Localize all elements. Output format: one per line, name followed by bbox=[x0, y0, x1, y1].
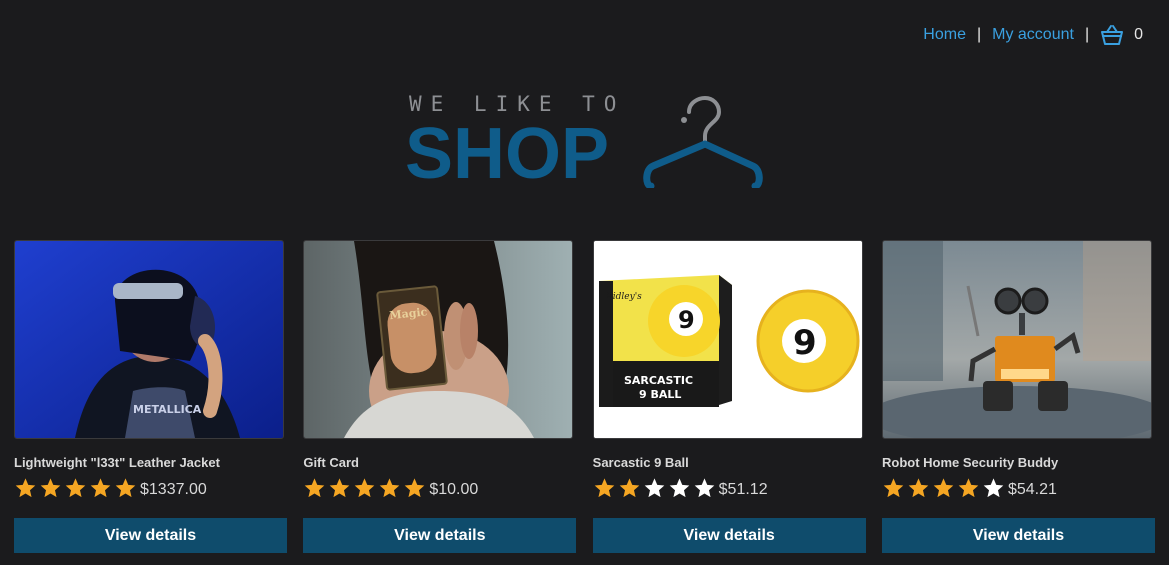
cart-link[interactable]: 0 bbox=[1100, 24, 1143, 46]
svg-text:9: 9 bbox=[793, 323, 817, 363]
view-details-button[interactable]: View details bbox=[14, 518, 287, 553]
basket-icon bbox=[1101, 25, 1124, 45]
site-logo[interactable]: WE LIKE TO SHOP bbox=[405, 90, 765, 190]
view-details-button[interactable]: View details bbox=[881, 518, 1155, 553]
svg-text:9: 9 bbox=[678, 306, 695, 334]
star-filled-icon bbox=[405, 478, 425, 498]
star-empty-icon bbox=[983, 478, 1004, 498]
product-rating: $54.21 bbox=[882, 476, 1155, 500]
star-filled-icon bbox=[883, 478, 904, 498]
product-rating: $10.00 bbox=[303, 476, 576, 500]
view-details-button[interactable]: View details bbox=[592, 518, 866, 553]
star-filled-icon bbox=[958, 478, 979, 498]
product-price: $51.12 bbox=[718, 480, 768, 498]
nav-separator: | bbox=[976, 26, 982, 43]
product-image-gift-card[interactable]: Magic bbox=[303, 240, 574, 439]
nav-separator: | bbox=[1084, 26, 1090, 43]
star-empty-icon bbox=[669, 478, 689, 498]
star-filled-icon bbox=[594, 478, 614, 498]
product-price: $10.00 bbox=[429, 480, 479, 498]
hanger-icon bbox=[643, 96, 763, 188]
logo-wordmark: SHOP bbox=[405, 114, 610, 194]
star-rating bbox=[14, 477, 139, 499]
svg-text:METALLICA: METALLICA bbox=[133, 403, 202, 416]
star-filled-icon bbox=[305, 478, 325, 498]
product-name: Sarcastic 9 Ball bbox=[592, 455, 689, 470]
star-filled-icon bbox=[908, 478, 929, 498]
svg-text:Ridley's: Ridley's bbox=[605, 292, 642, 302]
star-filled-icon bbox=[15, 478, 36, 498]
product-price: $54.21 bbox=[1007, 480, 1057, 498]
star-rating bbox=[593, 477, 718, 499]
star-rating bbox=[303, 477, 428, 499]
star-rating bbox=[882, 477, 1007, 499]
star-filled-icon bbox=[619, 478, 639, 498]
star-filled-icon bbox=[65, 478, 86, 498]
cart-count: 0 bbox=[1134, 26, 1143, 43]
star-filled-icon bbox=[330, 478, 350, 498]
product-image-9-ball[interactable]: 9 SARCASTIC 9 BALL Ridley's 9 bbox=[592, 240, 863, 439]
product-card: METALLICA Lightweight "l33t" Leather Jac… bbox=[14, 240, 287, 553]
product-grid: METALLICA Lightweight "l33t" Leather Jac… bbox=[14, 240, 1155, 553]
product-card: Magic Gift Card $10.00 View details bbox=[303, 240, 577, 553]
my-account-link[interactable]: My account bbox=[992, 26, 1074, 44]
svg-text:9 BALL: 9 BALL bbox=[639, 388, 681, 401]
product-card: Robot Home Security Buddy $54.21 View de… bbox=[881, 240, 1155, 553]
star-filled-icon bbox=[90, 478, 111, 498]
product-image-robot[interactable] bbox=[881, 240, 1152, 439]
product-rating: $1337.00 bbox=[14, 476, 287, 500]
star-filled-icon bbox=[355, 478, 375, 498]
product-name: Lightweight "l33t" Leather Jacket bbox=[14, 455, 220, 470]
home-link[interactable]: Home bbox=[923, 26, 966, 44]
star-filled-icon bbox=[380, 478, 400, 498]
top-navigation: Home | My account | 0 bbox=[923, 24, 1143, 46]
product-image-jacket[interactable]: METALLICA bbox=[14, 240, 284, 439]
product-rating: $51.12 bbox=[593, 476, 866, 500]
star-empty-icon bbox=[644, 478, 664, 498]
product-card: 9 SARCASTIC 9 BALL Ridley's 9 Sarcastic … bbox=[592, 240, 866, 553]
product-price: $1337.00 bbox=[140, 480, 207, 498]
star-filled-icon bbox=[40, 478, 61, 498]
star-filled-icon bbox=[933, 478, 954, 498]
product-name: Robot Home Security Buddy bbox=[881, 455, 1059, 470]
svg-text:SARCASTIC: SARCASTIC bbox=[624, 374, 693, 387]
logo-tagline: WE LIKE TO bbox=[409, 92, 626, 116]
star-empty-icon bbox=[694, 478, 714, 498]
product-name: Gift Card bbox=[303, 455, 359, 470]
view-details-button[interactable]: View details bbox=[303, 518, 577, 553]
star-filled-icon bbox=[115, 478, 136, 498]
